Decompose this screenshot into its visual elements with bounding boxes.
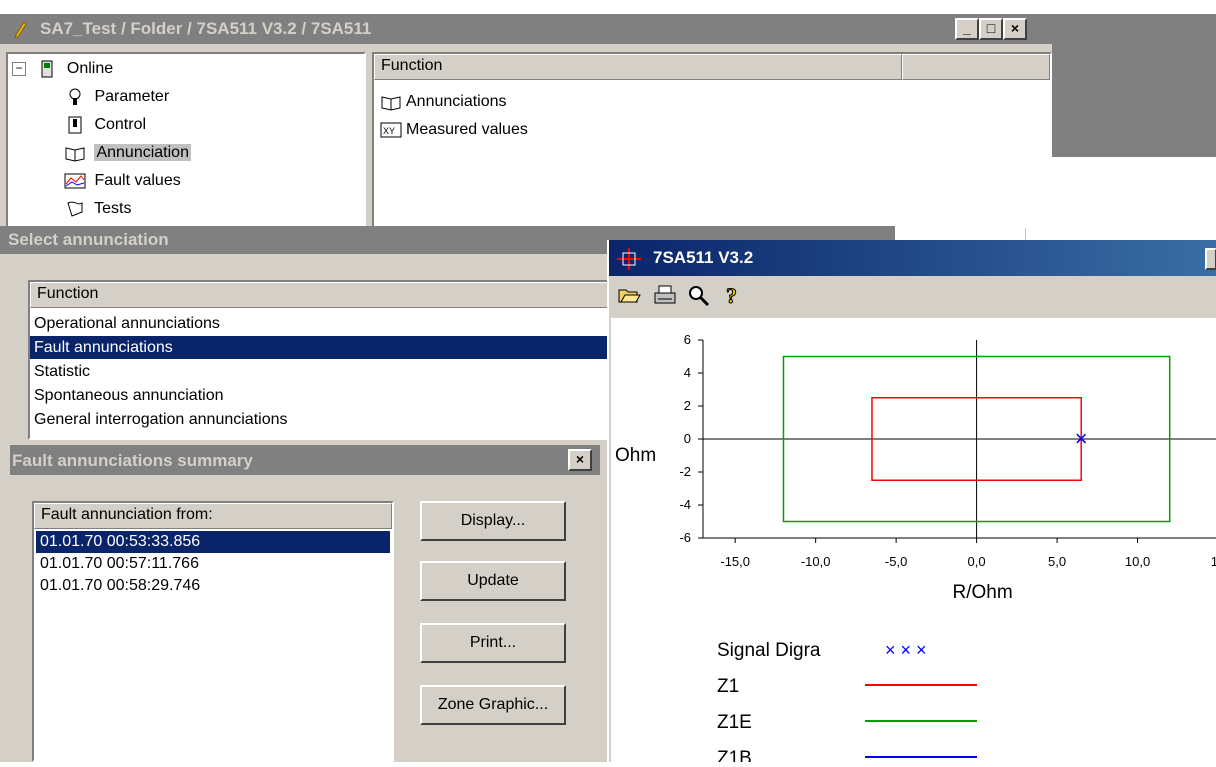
y-tick-label: 0	[684, 431, 691, 446]
fault-summary-title: Fault annunciations summary	[12, 451, 253, 470]
x-tick-label: -10,0	[801, 554, 831, 569]
zone-window-titlebar[interactable]: 7SA511 V3.2	[609, 240, 1216, 276]
fault-list-item[interactable]: 01.01.70 00:57:11.766	[36, 553, 390, 575]
list-item-label: Measured values	[406, 121, 528, 138]
desktop-background	[1052, 14, 1216, 159]
print-button[interactable]: Print...	[420, 623, 566, 663]
explorer-title: SA7_Test / Folder / 7SA511 V3.2 / 7SA511	[40, 19, 372, 38]
y-axis-label: Ohm	[615, 445, 656, 466]
y-tick-label: 6	[684, 332, 691, 347]
measured-values-icon: XY	[380, 121, 402, 139]
legend-label: Z1	[717, 676, 739, 697]
parameter-icon	[64, 88, 86, 106]
y-tick-label: 2	[684, 398, 691, 413]
display-button[interactable]: Display...	[420, 501, 566, 541]
function-column-header[interactable]: Function	[374, 54, 902, 80]
chart-area: 6 4 2 0 -2 -4 -6 -15,0 -10,0 -5,0 0,0 5,0 10,0 15 R/Oh…	[611, 318, 1216, 767]
list-item-label: Annunciations	[406, 93, 507, 110]
tree-label: Control	[94, 116, 147, 133]
tree-item-parameter[interactable]: Parameter	[64, 86, 169, 108]
maximize-button[interactable]: □	[979, 18, 1003, 40]
x-tick-label: -5,0	[885, 554, 907, 569]
minimize-button[interactable]: _	[955, 18, 979, 40]
list-item[interactable]: Fault annunciations	[30, 336, 616, 359]
legend-label: Signal Digra	[717, 640, 821, 661]
zone-graphic-button[interactable]: Zone Graphic...	[420, 685, 566, 725]
update-button[interactable]: Update	[420, 561, 566, 601]
control-icon	[64, 116, 86, 134]
x-tick-label: -15,0	[720, 554, 750, 569]
x-tick-label: 15	[1211, 554, 1216, 569]
x-tick-label: 5,0	[1048, 554, 1066, 569]
x-axis-label: R/Ohm	[953, 582, 1013, 603]
tree-label: Parameter	[94, 88, 170, 105]
fault-list[interactable]: Fault annunciation from: 01.01.70 00:53:…	[32, 501, 394, 762]
y-tick-label: -2	[679, 464, 691, 479]
zone-graphic-window: 7SA511 V3.2 ? 6 4 2 0 -2 -4 -6 -15,0 -10,0 -5,0 0,…	[607, 240, 1216, 767]
legend-marker: × × ×	[885, 640, 927, 660]
list-item[interactable]: Statistic	[30, 360, 616, 383]
zoom-icon[interactable]	[687, 284, 711, 311]
svg-text:?: ?	[726, 284, 737, 306]
function-list[interactable]: Function Operational annunciations Fault…	[28, 280, 620, 440]
y-tick-label: -4	[679, 497, 691, 512]
svg-text:XY: XY	[383, 126, 395, 136]
legend-label: Z1B	[717, 748, 752, 762]
help-icon[interactable]: ?	[723, 283, 743, 311]
list-item[interactable]: General interrogation annunciations	[30, 408, 616, 431]
minimize-button[interactable]	[1205, 248, 1216, 270]
x-tick-label: 10,0	[1125, 554, 1150, 569]
tree-label: Fault values	[94, 172, 181, 189]
zone-window-title: 7SA511 V3.2	[653, 248, 754, 267]
tests-icon	[64, 200, 86, 218]
function-header[interactable]: Function	[30, 282, 620, 308]
close-button[interactable]: ×	[568, 449, 592, 471]
select-annunciation-title: Select annunciation	[8, 230, 169, 249]
zone-chart: 6 4 2 0 -2 -4 -6 -15,0 -10,0 -5,0 0,0 5,0 10,0 15 R/Oh…	[615, 332, 1216, 767]
fault-values-icon	[64, 172, 86, 190]
app-icon	[10, 19, 30, 39]
tree-label: Online	[66, 60, 114, 77]
close-button[interactable]: ×	[1003, 18, 1027, 40]
explorer-titlebar[interactable]: SA7_Test / Folder / 7SA511 V3.2 / 7SA511…	[0, 14, 1052, 44]
tree-item-tests[interactable]: Tests	[64, 198, 132, 220]
y-tick-label: 4	[684, 365, 691, 380]
tree-item-annunciation[interactable]: Annunciation	[64, 142, 191, 164]
list-item-annunciations[interactable]: Annunciations	[376, 90, 507, 113]
fault-list-item[interactable]: 01.01.70 00:53:33.856	[36, 531, 390, 553]
background-panel	[1025, 157, 1216, 247]
list-item[interactable]: Operational annunciations	[30, 312, 616, 335]
tree-item-fault-values[interactable]: Fault values	[64, 170, 181, 192]
tree-item-control[interactable]: Control	[64, 114, 146, 136]
device-icon	[36, 60, 58, 78]
function-list-pane[interactable]: Function Annunciations XY Measured values	[372, 52, 1052, 228]
empty-column-header[interactable]	[902, 54, 1050, 80]
fault-summary-titlebar[interactable]: Fault annunciations summary ×	[10, 445, 600, 475]
book-icon	[64, 144, 86, 162]
fault-list-item[interactable]: 01.01.70 00:58:29.746	[36, 575, 390, 597]
print-icon[interactable]	[653, 284, 677, 311]
book-icon	[380, 93, 402, 111]
fault-list-header[interactable]: Fault annunciation from:	[34, 503, 392, 529]
zone-toolbar: ?	[609, 278, 1216, 312]
tree-label: Tests	[94, 200, 132, 217]
explorer-window: SA7_Test / Folder / 7SA511 V3.2 / 7SA511…	[0, 14, 1052, 228]
open-folder-icon[interactable]	[617, 284, 641, 311]
tree-item-online[interactable]: − Online	[12, 58, 113, 80]
collapse-icon[interactable]: −	[12, 61, 26, 76]
list-item-measured-values[interactable]: XY Measured values	[376, 118, 528, 141]
fault-summary-dialog: Fault annunciations summary × Fault annu…	[10, 445, 600, 762]
app-icon	[617, 248, 641, 270]
signal-point: ×	[1075, 426, 1088, 451]
x-tick-label: 0,0	[968, 554, 986, 569]
list-item[interactable]: Spontaneous annunciation	[30, 384, 616, 407]
legend-label: Z1E	[717, 712, 752, 733]
y-tick-label: -6	[679, 530, 691, 545]
tree-pane[interactable]: − Online Parameter Control Annunciation …	[6, 52, 366, 228]
tree-label: Annunciation	[94, 144, 191, 161]
